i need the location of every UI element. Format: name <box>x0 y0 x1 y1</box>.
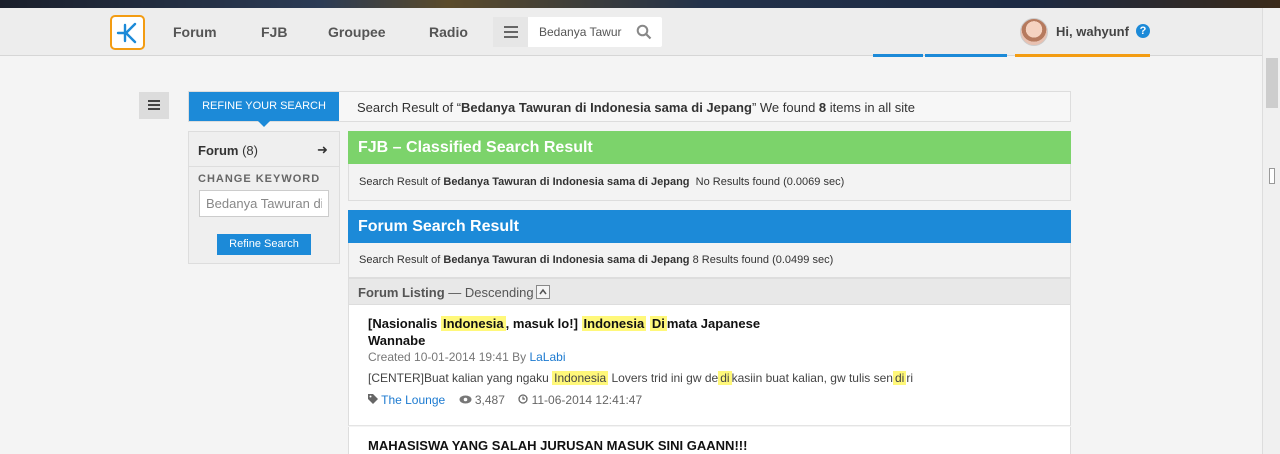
user-greeting[interactable]: Hi, wahyunf <box>1056 24 1129 39</box>
nav-underline-blue <box>873 54 923 57</box>
logo-k-icon <box>116 22 137 44</box>
nav-underline-blue-2 <box>925 54 1007 57</box>
thread-snippet: [CENTER]Buat kalian yang ngaku Indonesia… <box>368 371 913 385</box>
top-navbar: Forum FJB Groupee Radio Bedanya Tawur Hi… <box>0 8 1262 56</box>
thread-meta: Created 10-01-2014 19:41 By LaLabi <box>368 350 566 364</box>
nav-underline-orange <box>1015 54 1150 57</box>
thread-title[interactable]: MAHASISWA YANG SALAH JURUSAN MASUK SINI … <box>368 437 747 454</box>
page-scrollbar[interactable] <box>1262 8 1280 454</box>
header-search-input[interactable]: Bedanya Tawur <box>539 25 624 39</box>
view-count: 3,487 <box>474 393 505 407</box>
nav-groupee[interactable]: Groupee <box>328 24 386 40</box>
clock-icon <box>518 393 531 407</box>
sidebar-toggle-icon[interactable] <box>139 92 169 119</box>
arrow-right-icon[interactable]: ➜ <box>317 142 328 158</box>
fjb-result-box: Search Result of Bedanya Tawuran di Indo… <box>348 164 1071 201</box>
browser-bookmarks-strip <box>0 0 1280 8</box>
author-link[interactable]: LaLabi <box>529 350 565 364</box>
change-keyword-label: CHANGE KEYWORD <box>198 173 321 185</box>
header-search: Bedanya Tawur <box>493 17 662 47</box>
fjb-result-line: Search Result of Bedanya Tawuran di Indo… <box>359 176 845 188</box>
nav-radio[interactable]: Radio <box>429 24 468 40</box>
search-summary-bar: REFINE YOUR SEARCH Search Result of “Bed… <box>188 91 1071 127</box>
avatar[interactable] <box>1020 18 1048 46</box>
forum-listing-header: Forum Listing — Descending <box>348 278 1071 305</box>
search-icon[interactable] <box>636 24 652 40</box>
nav-fjb[interactable]: FJB <box>261 24 287 40</box>
forum-result-line: Search Result of Bedanya Tawuran di Indo… <box>359 254 834 266</box>
thread-stats: The Lounge 3,487 11-06-2014 12:41:47 <box>368 393 642 407</box>
refine-search-tab[interactable]: REFINE YOUR SEARCH <box>189 92 339 127</box>
collapse-icon[interactable] <box>536 285 550 299</box>
help-icon[interactable]: ? <box>1136 24 1150 38</box>
refine-panel: Forum (8) ➜ CHANGE KEYWORD Refine Search <box>188 131 340 264</box>
refine-search-button[interactable]: Refine Search <box>217 234 311 255</box>
scrollbar-thumb[interactable] <box>1266 58 1278 108</box>
thread-item: MAHASISWA YANG SALAH JURUSAN MASUK SINI … <box>348 427 1071 454</box>
thread-title[interactable]: [Nasionalis Indonesia, masuk lo!] Indone… <box>368 315 760 349</box>
forum-result-title: Forum Search Result <box>348 210 1071 243</box>
hamburger-menu-icon[interactable] <box>493 17 528 47</box>
thread-item: [Nasionalis Indonesia, masuk lo!] Indone… <box>348 305 1071 426</box>
kaskus-logo[interactable] <box>110 15 145 50</box>
fjb-result-title: FJB – Classified Search Result <box>348 131 1071 164</box>
forum-result-box: Search Result of Bedanya Tawuran di Indo… <box>348 243 1071 278</box>
last-post-time: 11-06-2014 12:41:47 <box>531 393 643 407</box>
eye-icon <box>459 393 475 407</box>
category-link[interactable]: The Lounge <box>381 393 445 407</box>
search-summary: Search Result of “Bedanya Tawuran di Ind… <box>357 100 916 115</box>
nav-forum[interactable]: Forum <box>173 24 217 40</box>
tag-icon <box>368 393 381 407</box>
scrollbar-marker <box>1269 168 1275 184</box>
forum-filter[interactable]: Forum (8) ➜ <box>189 132 339 167</box>
keyword-input[interactable] <box>199 190 329 217</box>
